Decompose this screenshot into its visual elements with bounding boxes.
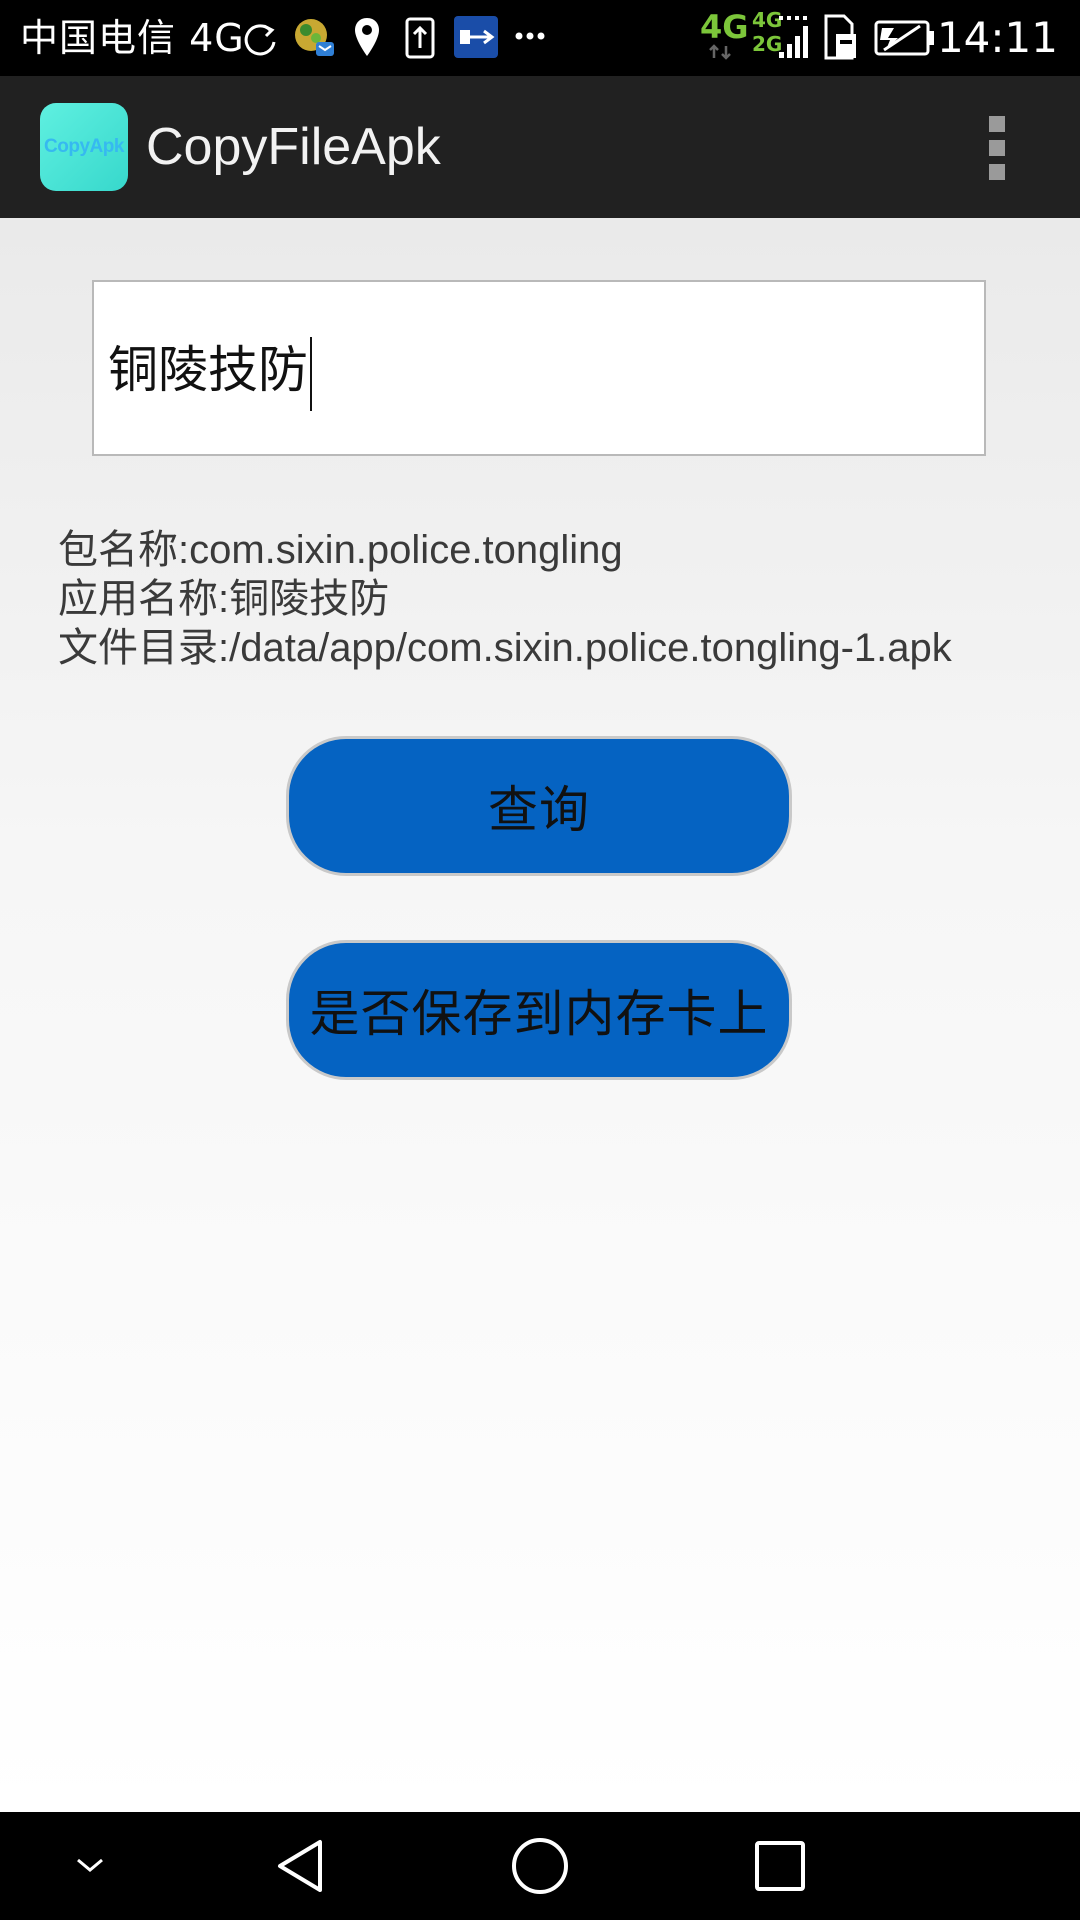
upload-icon <box>405 17 435 59</box>
recents-square-icon <box>755 1841 805 1891</box>
app-name-line: 应用名称:铜陵技防 <box>58 577 390 621</box>
location-icon <box>355 18 379 56</box>
app-icon[interactable]: CopyApk <box>40 103 128 191</box>
carrier-label: 中国电信 4G <box>20 16 245 60</box>
overflow-menu-icon[interactable] <box>984 116 1010 180</box>
usb-icon <box>454 16 498 58</box>
sync-icon <box>244 24 276 56</box>
network-4g-label: 4G <box>700 8 749 46</box>
app-notification-icon <box>295 19 334 56</box>
app-info: 包名称:com.sixin.police.tongling 应用名称:铜陵技防 … <box>58 526 952 673</box>
chevron-down-icon <box>77 1858 103 1872</box>
clock: 14:11 <box>936 13 1058 62</box>
battery-icon <box>874 20 934 56</box>
app-title: CopyFileApk <box>146 118 441 176</box>
home-circle-icon <box>512 1838 568 1894</box>
search-input[interactable]: 铜陵技防 <box>92 280 986 456</box>
back-triangle-icon <box>278 1840 322 1892</box>
signal-icon <box>779 16 808 58</box>
query-button[interactable]: 查询 <box>286 736 792 876</box>
main-content: 铜陵技防 包名称:com.sixin.police.tongling 应用名称:… <box>0 218 1080 1812</box>
navigation-bar <box>0 1812 1080 1920</box>
more-dots-icon <box>515 32 545 40</box>
file-directory-line: 文件目录:/data/app/com.sixin.police.tongling… <box>58 626 952 670</box>
data-arrows-icon <box>709 44 731 60</box>
sim-icon <box>824 14 856 60</box>
app-icon-label: CopyApk <box>44 136 124 157</box>
back-button[interactable] <box>250 1812 350 1920</box>
search-input-value: 铜陵技防 <box>108 341 308 399</box>
hide-nav-button[interactable] <box>50 1812 130 1920</box>
action-bar: CopyApk CopyFileApk <box>0 76 1080 218</box>
recents-button[interactable] <box>730 1812 830 1920</box>
home-button[interactable] <box>490 1812 590 1920</box>
package-name-line: 包名称:com.sixin.police.tongling <box>58 528 623 572</box>
save-to-sdcard-button[interactable]: 是否保存到内存卡上 <box>286 940 792 1080</box>
status-bar: 中国电信 4G 4G 4G 2G 14:11 <box>0 0 1080 76</box>
text-cursor <box>310 336 312 411</box>
